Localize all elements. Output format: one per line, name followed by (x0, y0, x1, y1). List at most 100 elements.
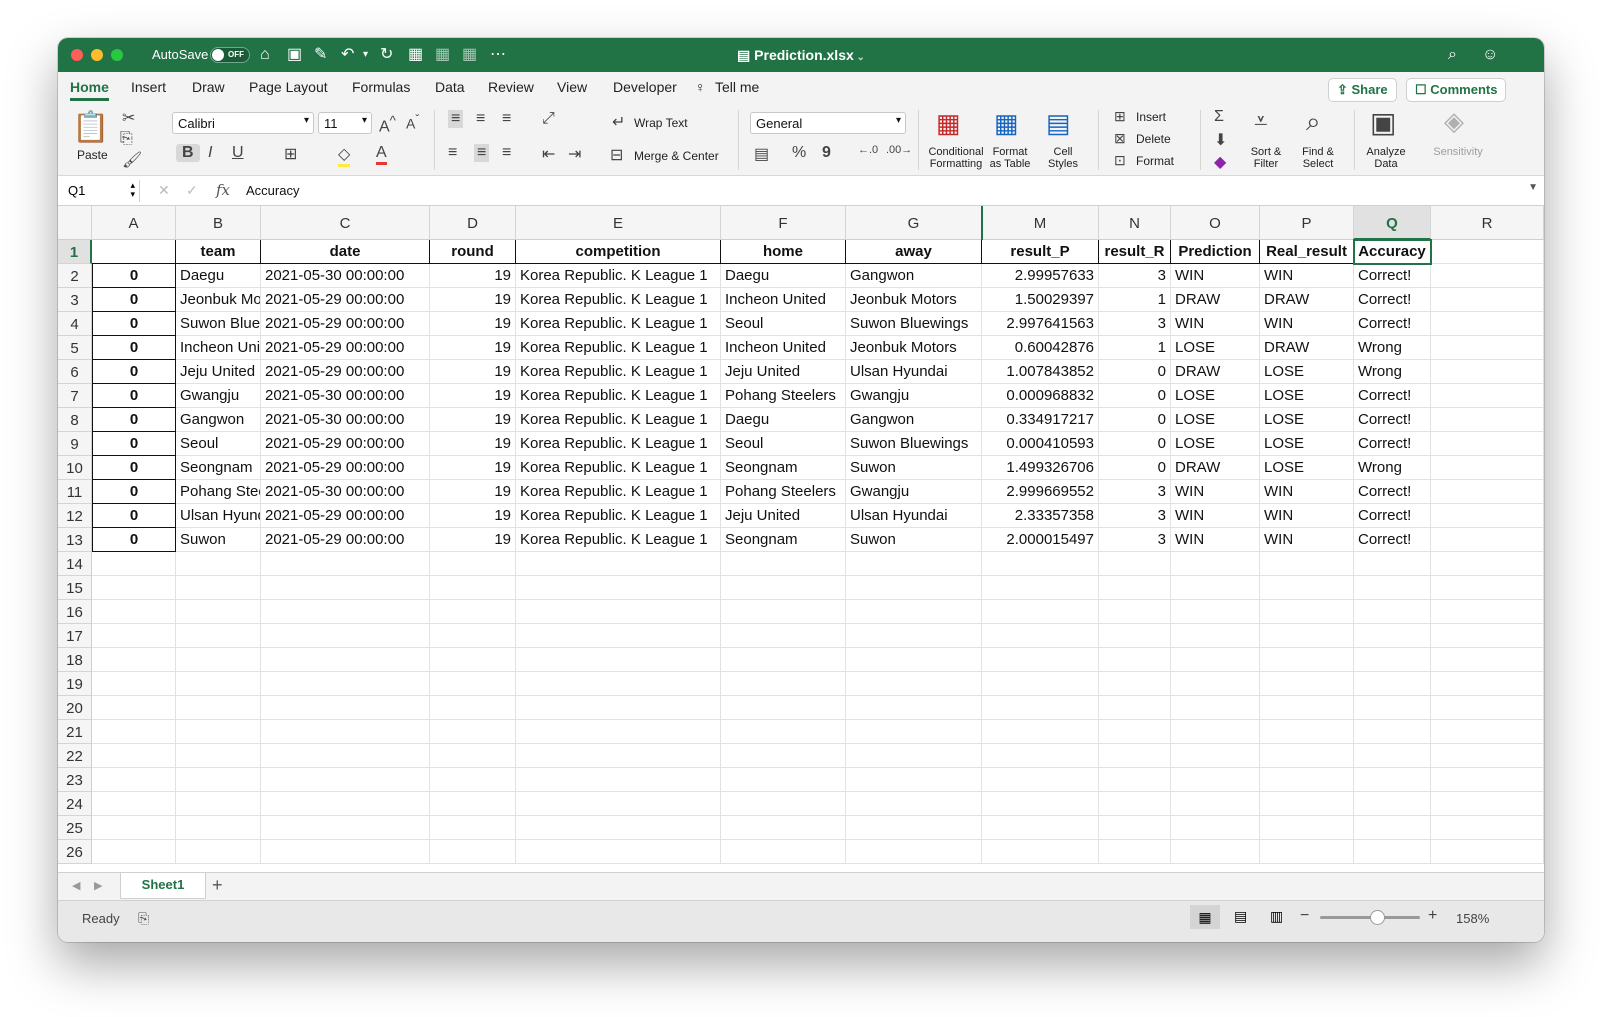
data-cell[interactable]: DRAW (1171, 456, 1260, 480)
empty-cell[interactable] (1099, 600, 1171, 624)
data-cell[interactable]: Korea Republic. K League 1 (516, 456, 721, 480)
data-cell[interactable]: Korea Republic. K League 1 (516, 312, 721, 336)
tab-tell-me[interactable]: Tell me (715, 79, 759, 95)
empty-cell[interactable] (1354, 768, 1431, 792)
format-painter-icon[interactable]: 🖌 (122, 150, 142, 170)
empty-cell[interactable] (1431, 456, 1544, 480)
data-cell[interactable]: Gwangju (846, 384, 982, 408)
data-cell[interactable]: 0 (1099, 456, 1171, 480)
font-size-select[interactable]: 11 ▾ (318, 112, 372, 134)
cell-styles-icon[interactable]: ▤ (1046, 108, 1071, 139)
data-cell[interactable]: Suwon Bluewings (846, 432, 982, 456)
data-cell[interactable]: 0.60042876 (982, 336, 1099, 360)
page-break-view-icon[interactable]: ▥ (1270, 908, 1283, 925)
data-cell[interactable]: 0 (92, 288, 176, 312)
data-cell[interactable]: Seoul (721, 432, 846, 456)
empty-cell[interactable] (982, 792, 1099, 816)
empty-cell[interactable] (92, 840, 176, 864)
empty-cell[interactable] (430, 624, 516, 648)
row-header-6[interactable]: 6 (58, 360, 92, 384)
data-cell[interactable]: WIN (1171, 312, 1260, 336)
empty-cell[interactable] (982, 624, 1099, 648)
data-cell[interactable]: Korea Republic. K League 1 (516, 480, 721, 504)
scroll-left-icon[interactable]: ◀ (72, 879, 80, 892)
empty-cell[interactable] (721, 768, 846, 792)
data-cell[interactable]: Seoul (176, 432, 261, 456)
decrease-decimal-icon[interactable]: .00→ (886, 144, 912, 156)
empty-cell[interactable] (430, 552, 516, 576)
increase-font-icon[interactable]: A^ (379, 113, 396, 136)
header-cell[interactable]: home (721, 240, 846, 264)
data-cell[interactable]: 0 (1099, 360, 1171, 384)
data-cell[interactable]: 2.33357358 (982, 504, 1099, 528)
empty-cell[interactable] (846, 840, 982, 864)
data-cell[interactable]: 2.000015497 (982, 528, 1099, 552)
data-cell[interactable]: 1.007843852 (982, 360, 1099, 384)
data-cell[interactable]: Jeonbuk Motors (176, 288, 261, 312)
smiley-icon[interactable]: ☺ (1482, 45, 1498, 65)
row-header-23[interactable]: 23 (58, 768, 92, 792)
zoom-out-button[interactable]: − (1300, 907, 1309, 925)
empty-cell[interactable] (1171, 816, 1260, 840)
page-layout-view-icon[interactable]: ▤ (1234, 908, 1247, 925)
empty-cell[interactable] (176, 600, 261, 624)
empty-cell[interactable] (1431, 600, 1544, 624)
data-cell[interactable]: 19 (430, 312, 516, 336)
empty-cell[interactable] (261, 600, 430, 624)
data-cell[interactable]: Gangwon (846, 264, 982, 288)
header-cell[interactable] (92, 240, 176, 264)
empty-cell[interactable] (1431, 744, 1544, 768)
empty-cell[interactable] (1354, 744, 1431, 768)
empty-cell[interactable] (1354, 816, 1431, 840)
empty-cell[interactable] (846, 552, 982, 576)
format-label[interactable]: Format (1136, 154, 1174, 168)
increase-decimal-icon[interactable]: ←.0 (858, 144, 878, 156)
empty-cell[interactable] (430, 696, 516, 720)
empty-cell[interactable] (92, 672, 176, 696)
search-icon[interactable]: ⌕ (1448, 45, 1457, 65)
empty-cell[interactable] (982, 672, 1099, 696)
empty-cell[interactable] (1431, 648, 1544, 672)
row-header-25[interactable]: 25 (58, 816, 92, 840)
empty-cell[interactable] (1431, 240, 1544, 264)
empty-cell[interactable] (1260, 840, 1354, 864)
data-cell[interactable]: 2021-05-29 00:00:00 (261, 312, 430, 336)
data-cell[interactable]: Correct! (1354, 504, 1431, 528)
data-cell[interactable]: WIN (1171, 504, 1260, 528)
data-cell[interactable]: Ulsan Hyundai (846, 360, 982, 384)
find-select-label[interactable]: Find & Select (1296, 146, 1340, 170)
insert-function-icon[interactable]: fx (216, 181, 230, 199)
data-cell[interactable]: Suwon Bluewings (846, 312, 982, 336)
row-header-22[interactable]: 22 (58, 744, 92, 768)
data-cell[interactable]: LOSE (1260, 432, 1354, 456)
data-cell[interactable]: 3 (1099, 264, 1171, 288)
tab-insert[interactable]: Insert (131, 79, 166, 95)
data-cell[interactable]: Gangwon (176, 408, 261, 432)
data-cell[interactable]: 3 (1099, 480, 1171, 504)
data-cell[interactable]: Seongnam (176, 456, 261, 480)
data-cell[interactable]: Incheon United (721, 288, 846, 312)
column-header-c[interactable]: C (261, 206, 430, 240)
paste-icon[interactable]: 📋 (72, 110, 109, 145)
select-all-corner[interactable] (58, 206, 92, 240)
data-cell[interactable]: WIN (1171, 264, 1260, 288)
empty-cell[interactable] (1260, 576, 1354, 600)
empty-cell[interactable] (1171, 840, 1260, 864)
header-cell[interactable]: team (176, 240, 261, 264)
data-cell[interactable]: Wrong (1354, 456, 1431, 480)
data-cell[interactable]: DRAW (1171, 360, 1260, 384)
empty-cell[interactable] (1431, 552, 1544, 576)
row-header-9[interactable]: 9 (58, 432, 92, 456)
sheet-tab-sheet1[interactable]: Sheet1 (120, 873, 206, 899)
empty-cell[interactable] (516, 720, 721, 744)
empty-cell[interactable] (846, 768, 982, 792)
tab-draw[interactable]: Draw (192, 79, 225, 95)
data-cell[interactable]: 19 (430, 264, 516, 288)
empty-cell[interactable] (516, 576, 721, 600)
empty-cell[interactable] (1171, 744, 1260, 768)
empty-cell[interactable] (176, 768, 261, 792)
empty-cell[interactable] (261, 744, 430, 768)
empty-cell[interactable] (92, 552, 176, 576)
row-header-16[interactable]: 16 (58, 600, 92, 624)
data-cell[interactable]: Correct! (1354, 264, 1431, 288)
